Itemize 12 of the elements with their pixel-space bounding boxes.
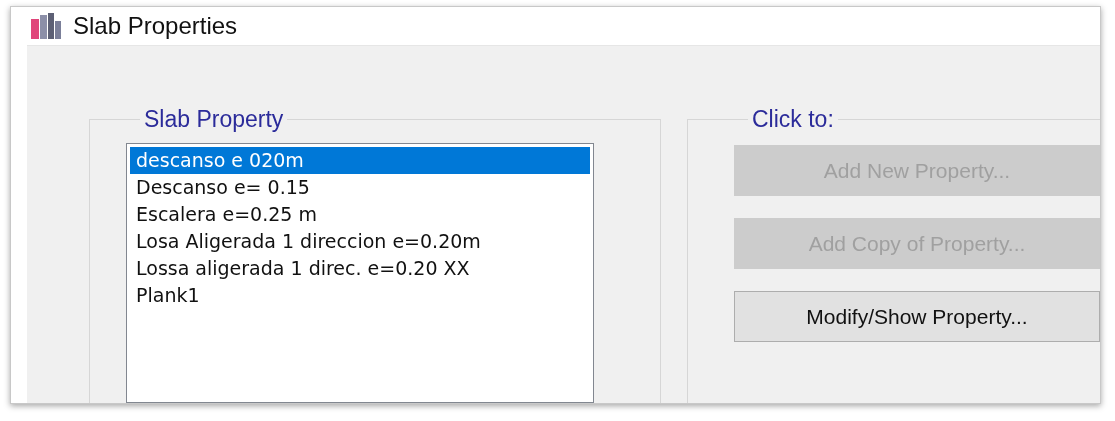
window-title: Slab Properties <box>73 12 238 40</box>
list-item[interactable]: Lossa aligerada 1 direc. e=0.20 XX <box>130 255 590 282</box>
list-item[interactable]: Plank1 <box>130 282 590 309</box>
list-item[interactable]: Escalera e=0.25 m <box>130 201 590 228</box>
group-title: Slab Property <box>143 106 285 133</box>
property-list[interactable]: descanso e 020m Descanso e= 0.15 Escalera e=0.25 m Losa Aligerada 1 direccion e=0.20m Lossa aligerada 1 direc. e=0.20 XX Plank1 <box>126 143 594 403</box>
group-title: Click to: <box>751 106 835 133</box>
action-button[interactable]: Modify/Show Property... <box>734 291 1100 342</box>
list-item[interactable]: Losa Aligerada 1 direccion e=0.20m <box>130 228 590 255</box>
list-item[interactable]: Descanso e= 0.15 <box>130 174 590 201</box>
building-icon <box>31 13 61 39</box>
list-item[interactable]: descanso e 020m <box>130 147 590 174</box>
